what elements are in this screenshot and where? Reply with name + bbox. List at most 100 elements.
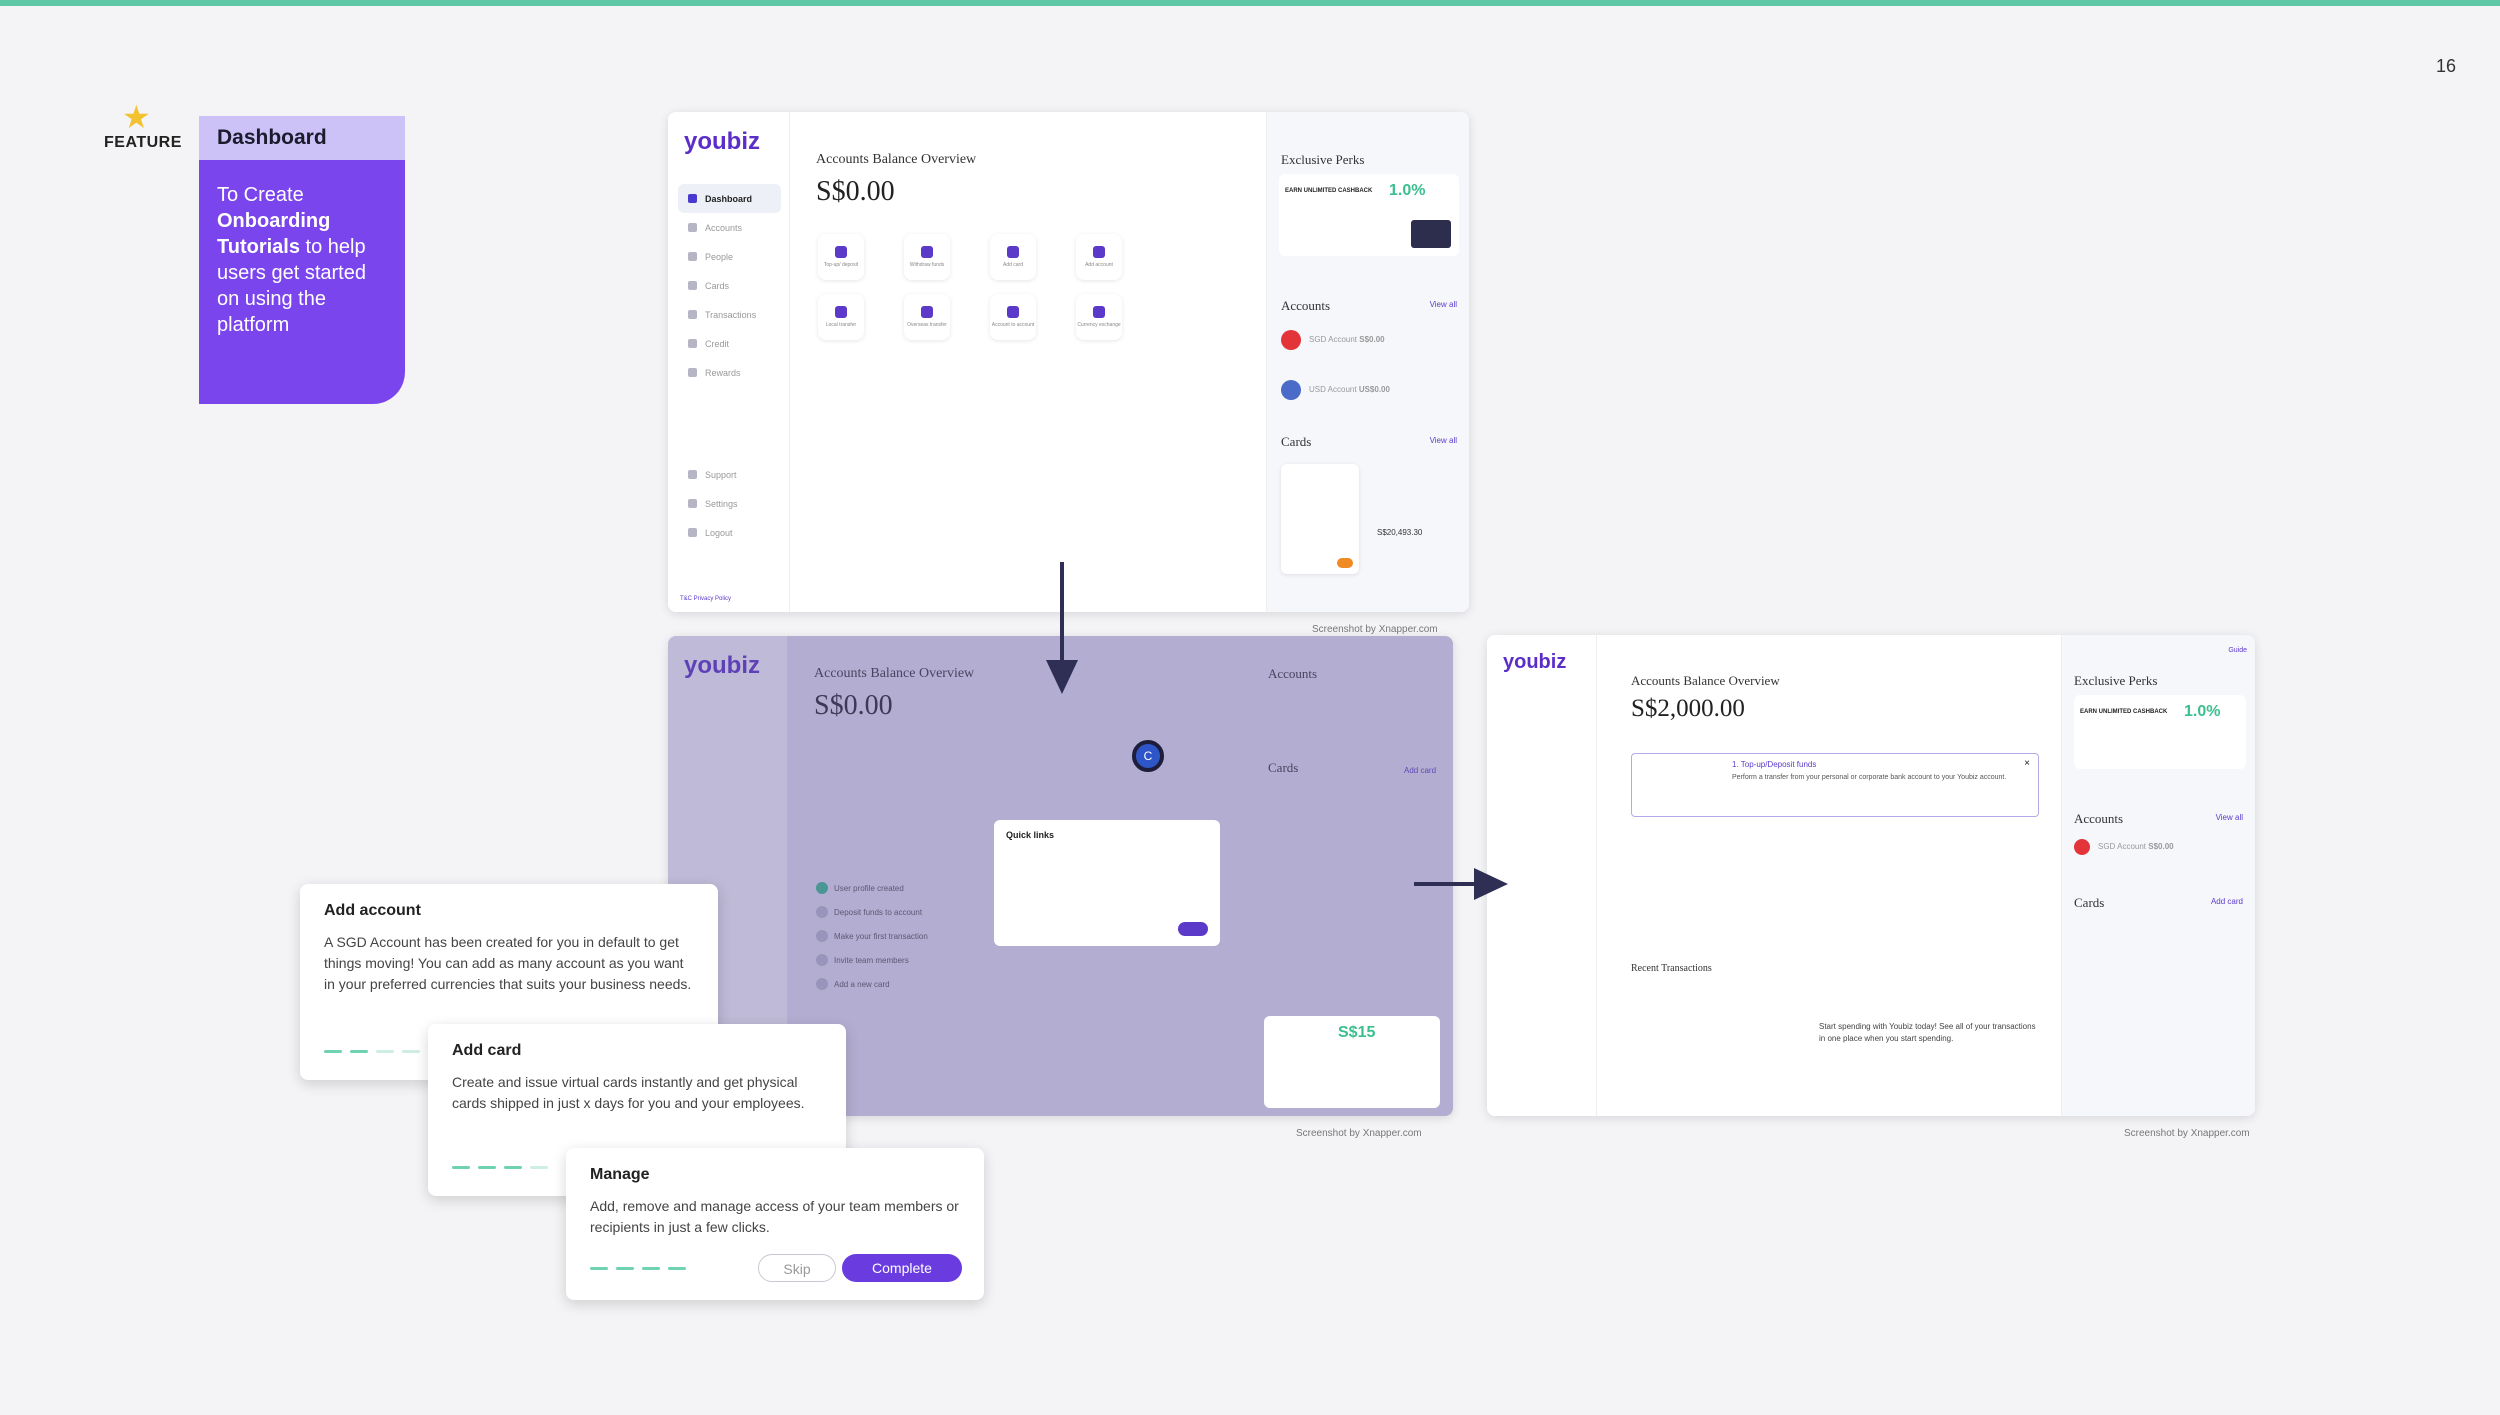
caption-top: Screenshot by Xnapper.com (1312, 624, 1438, 635)
sg-flag-icon (2074, 839, 2090, 855)
step-indicator (452, 1166, 548, 1169)
quick-action-withdraw[interactable]: Withdraw funds (904, 234, 950, 280)
support-icon (688, 470, 697, 479)
feature-card-title: Dashboard (199, 116, 405, 160)
skip-button[interactable]: Skip (758, 1254, 836, 1282)
globe-icon (921, 306, 933, 318)
quick-action-account-transfer[interactable]: Account to account (990, 294, 1036, 340)
star-icon: ★ (122, 99, 151, 135)
home-icon (688, 194, 697, 203)
perks-title: Exclusive Perks (1281, 152, 1365, 167)
swap-icon (1007, 306, 1019, 318)
list-icon (688, 310, 697, 319)
card-icon (1007, 246, 1019, 258)
sg-flag-icon (1281, 330, 1301, 350)
sidebar-item-rewards[interactable]: Rewards (678, 358, 781, 387)
sidebar-item-settings[interactable]: Settings (678, 489, 781, 518)
add-card-link[interactable]: Add card (2211, 897, 2243, 906)
sidebar-nav: Dashboard Accounts People Cards Transact… (678, 184, 781, 387)
balance-value: S$2,000.00 (1631, 695, 1745, 722)
sidebar-item-accounts[interactable]: Accounts (678, 213, 781, 242)
tooltip-title: Manage (590, 1166, 650, 1183)
tooltip-text: A SGD Account has been created for you i… (324, 934, 692, 992)
avatar[interactable]: C (1132, 740, 1164, 772)
sidebar-item-cards[interactable]: Cards (678, 271, 781, 300)
right-panel: Guide Exclusive Perks EARN UNLIMITED CAS… (2061, 635, 2255, 1116)
quick-actions: Top-up/ deposit Withdraw funds Add card … (818, 234, 1122, 340)
sidebar-item-dashboard[interactable]: Dashboard (678, 184, 781, 213)
sidebar-item-transactions[interactable]: Transactions (678, 300, 781, 329)
feature-card: Dashboard To Create Onboarding Tutorials… (199, 116, 405, 404)
caption-middle: Screenshot by Xnapper.com (1296, 1128, 1422, 1139)
page-number: 16 (2435, 56, 2456, 76)
accounts-view-all[interactable]: View all (1430, 300, 1457, 309)
people-icon (688, 252, 697, 261)
recent-text: Start spending with Youbiz today! See al… (1819, 1022, 2036, 1043)
topup-icon (835, 246, 847, 258)
caption-right: Screenshot by Xnapper.com (2124, 1128, 2250, 1139)
screenshot-dashboard-empty: youbiz Dashboard Accounts People Cards T… (668, 112, 1469, 612)
onboarding-tip: 1. Top-up/Deposit funds Perform a transf… (1631, 753, 2039, 817)
sidebar-item-credit[interactable]: Credit (678, 329, 781, 358)
gear-icon (688, 499, 697, 508)
arrowhead-down (1046, 660, 1078, 694)
withdraw-icon (921, 246, 933, 258)
feature-card-body: To Create Onboarding Tutorials to help u… (217, 184, 366, 336)
tooltip-title: Add card (452, 1042, 522, 1059)
exchange-icon (1093, 306, 1105, 318)
quick-action-currency-exchange[interactable]: Currency exchange (1076, 294, 1122, 340)
quick-action-local-transfer[interactable]: Local transfer (818, 294, 864, 340)
balance-heading: Accounts Balance Overview (1631, 673, 1780, 688)
quick-action-add-account[interactable]: Add account (1076, 234, 1122, 280)
right-panel: Exclusive Perks EARN UNLIMITED CASHBACK … (1266, 112, 1469, 612)
balance-value: S$0.00 (816, 176, 895, 207)
perk-card[interactable]: EARN UNLIMITED CASHBACK 1.0% (1279, 174, 1459, 256)
rewards-icon (688, 368, 697, 377)
quick-action-overseas-transfer[interactable]: Overseas transfer (904, 294, 950, 340)
promo-card[interactable]: S$15 (1264, 1016, 1440, 1108)
account-row-sgd[interactable]: SGD Account S$0.00 (2074, 839, 2174, 855)
youbiz-logo: youbiz (684, 128, 760, 155)
us-flag-icon (1281, 380, 1301, 400)
quick-action-add-card[interactable]: Add card (990, 234, 1036, 280)
tooltip-title: Add account (324, 902, 421, 919)
account-row-usd[interactable]: USD Account US$0.00 (1281, 380, 1390, 400)
step-indicator (324, 1050, 420, 1053)
footer-link[interactable]: T&C Privacy Policy (680, 596, 731, 602)
arrow-right-icon (1414, 882, 1480, 886)
complete-button[interactable]: Complete (842, 1254, 962, 1282)
screenshot-dashboard-funded: youbiz Accounts Balance Overview S$2,000… (1487, 635, 2255, 1116)
top-accent-bar (0, 0, 2500, 6)
tip-title: 1. Top-up/Deposit funds (1732, 760, 1817, 769)
perks-title: Exclusive Perks (2074, 673, 2158, 688)
cards-title: Cards (2074, 895, 2105, 910)
sidebar: youbiz Dashboard Accounts People Cards T… (668, 112, 790, 612)
card-spend: S$20,493.30 (1377, 528, 1423, 537)
close-icon[interactable]: × (2024, 758, 2030, 769)
arrowhead-right (1474, 868, 1508, 900)
logout-icon (688, 528, 697, 537)
sidebar-item-people[interactable]: People (678, 242, 781, 271)
promo-amount: S$15 (1338, 1024, 1376, 1041)
wallet-illustration (1411, 220, 1451, 248)
quick-links-title: Quick links (1006, 830, 1055, 840)
cards-view-all[interactable]: View all (1430, 436, 1457, 445)
perk-card[interactable]: EARN UNLIMITED CASHBACK 1.0% (2074, 695, 2246, 769)
quick-links-next-button[interactable] (1178, 922, 1208, 936)
arrow-down-icon (1060, 562, 1064, 674)
feature-label: FEATURE (104, 134, 182, 151)
virtual-card[interactable] (1281, 464, 1359, 574)
tooltip-text: Create and issue virtual cards instantly… (452, 1074, 805, 1111)
sidebar-item-support[interactable]: Support (678, 460, 781, 489)
sidebar-item-logout[interactable]: Logout (678, 518, 781, 547)
plus-icon (1093, 246, 1105, 258)
account-row-sgd[interactable]: SGD Account S$0.00 (1281, 330, 1385, 350)
cards-title: Cards (1281, 434, 1312, 449)
accounts-view-all[interactable]: View all (2216, 813, 2243, 822)
mastercard-icon (1337, 558, 1353, 568)
accounts-title: Accounts (1281, 298, 1331, 313)
guide-link[interactable]: Guide (2228, 647, 2247, 654)
accounts-title: Accounts (2074, 811, 2124, 826)
quick-action-topup[interactable]: Top-up/ deposit (818, 234, 864, 280)
accounts-icon (688, 223, 697, 232)
